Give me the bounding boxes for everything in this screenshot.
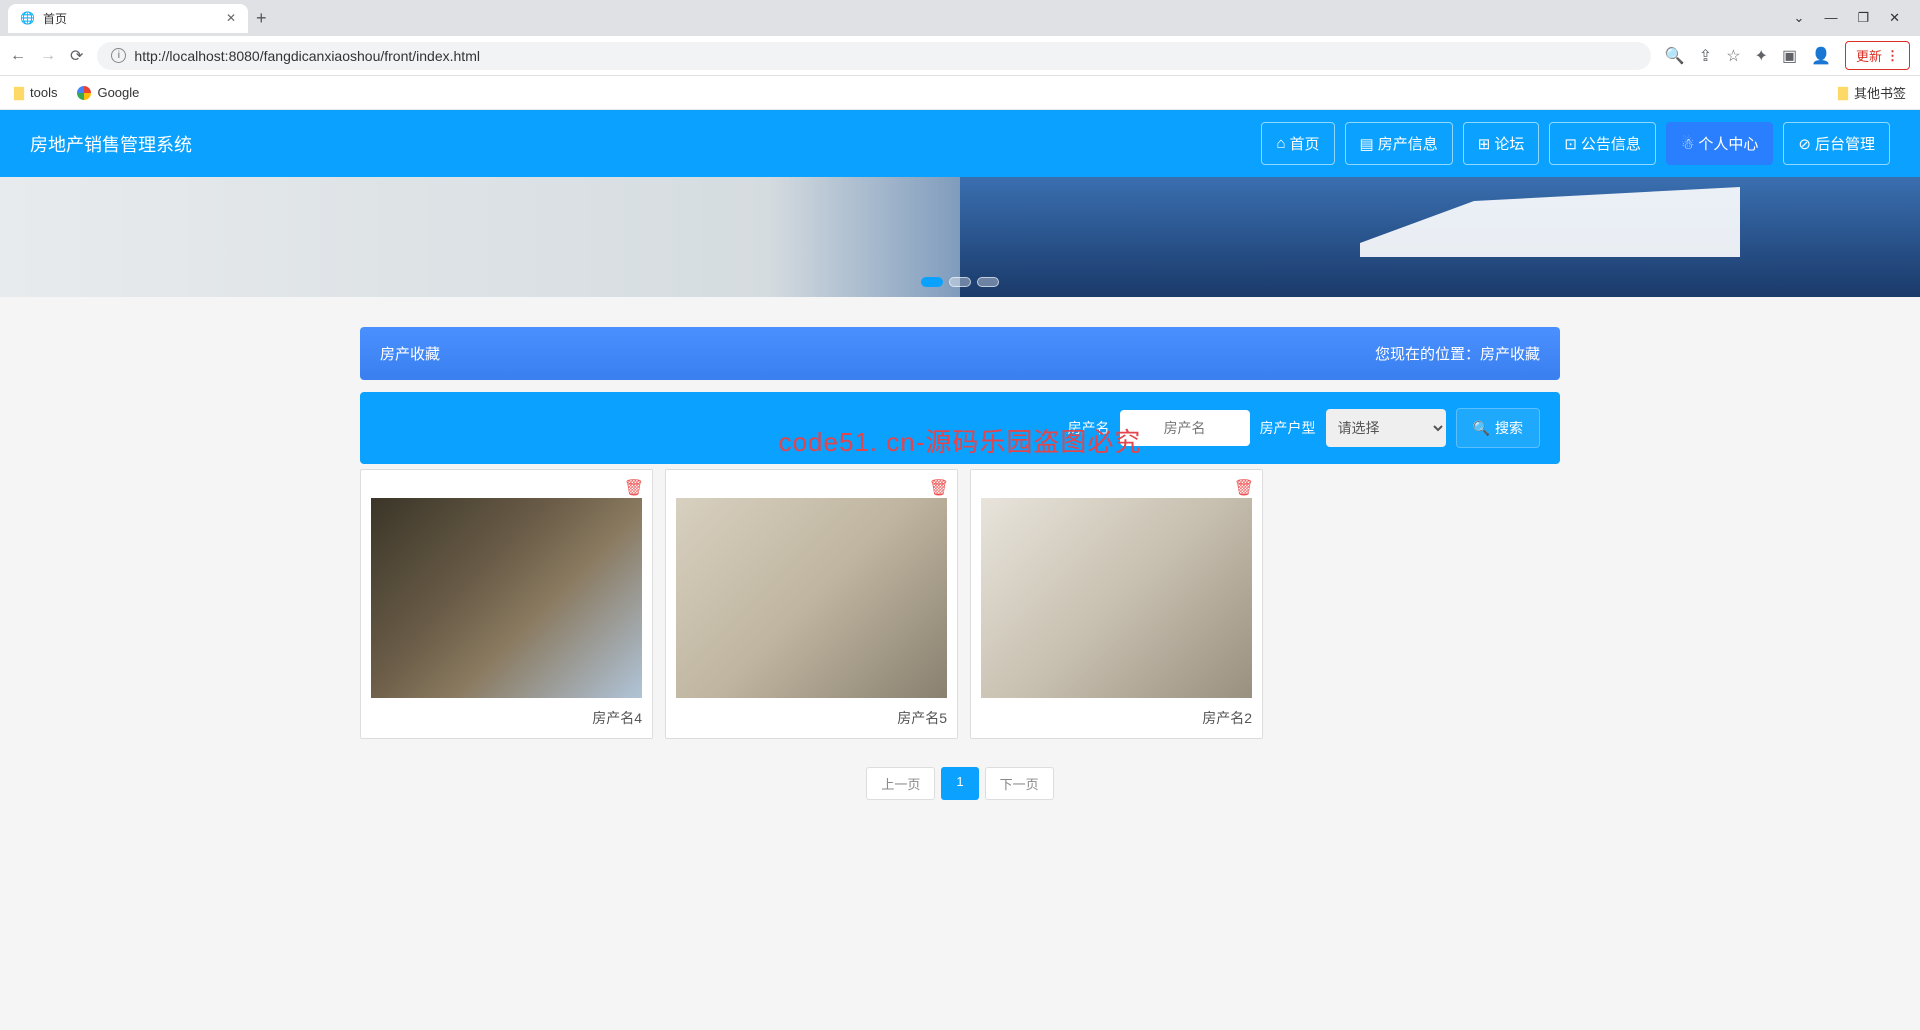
property-card[interactable]: 🗑 房产名2 <box>970 469 1263 739</box>
nav-admin[interactable]: ⊘后台管理 <box>1783 122 1890 165</box>
extensions-icon[interactable]: ✦ <box>1755 46 1768 66</box>
watermark-text: code51. cn-源码乐园盗图必究 <box>360 422 1560 459</box>
breadcrumb: 房产收藏 您现在的位置：房产收藏 <box>360 327 1560 380</box>
link-icon: ⊘ <box>1798 135 1811 153</box>
car-icon: ⊞ <box>1478 135 1491 153</box>
new-tab-button[interactable]: + <box>256 8 267 29</box>
hero-banner <box>0 177 1920 297</box>
folder-icon: ▇ <box>14 85 24 101</box>
bookmarks-bar: ▇tools Google ▇其他书签 <box>0 76 1920 110</box>
bookmark-google[interactable]: Google <box>77 85 139 100</box>
browser-tab[interactable]: 🌐 首页 ✕ <box>8 4 248 33</box>
bookmark-tools[interactable]: ▇tools <box>14 85 57 101</box>
nav-notice[interactable]: ⊡公告信息 <box>1549 122 1656 165</box>
property-card[interactable]: 🗑 房产名5 <box>665 469 958 739</box>
nav-personal-center[interactable]: ☃个人中心 <box>1666 122 1773 165</box>
page-number[interactable]: 1 <box>941 767 978 800</box>
property-name: 房产名4 <box>371 708 642 728</box>
property-image <box>981 498 1252 698</box>
globe-icon: 🌐 <box>20 11 35 25</box>
carousel-indicators <box>921 277 999 287</box>
toolbar-right: 🔍 ⇪ ☆ ✦ ▣ 👤 更新 ⋮ <box>1665 41 1910 70</box>
google-icon <box>77 86 91 100</box>
url-text: http://localhost:8080/fangdicanxiaoshou/… <box>134 48 480 64</box>
person-icon: ☃ <box>1681 135 1694 153</box>
list-icon: ▤ <box>1360 135 1374 153</box>
delete-icon[interactable]: 🗑 <box>929 478 949 498</box>
property-image <box>371 498 642 698</box>
property-card[interactable]: 🗑 房产名4 <box>360 469 653 739</box>
main-navbar: 房地产销售管理系统 ⌂首页 ▤房产信息 ⊞论坛 ⊡公告信息 ☃个人中心 ⊘后台管… <box>0 110 1920 177</box>
property-image <box>676 498 947 698</box>
address-bar: ← → ⟳ i http://localhost:8080/fangdicanx… <box>0 36 1920 76</box>
pagination: 上一页 1 下一页 <box>360 767 1560 800</box>
tab-title: 首页 <box>43 10 67 27</box>
tab-bar: 🌐 首页 ✕ + ⌄ ― ❐ ✕ <box>0 0 1920 36</box>
tab-close-icon[interactable]: ✕ <box>226 11 236 25</box>
property-name: 房产名5 <box>676 708 947 728</box>
brand-title: 房地产销售管理系统 <box>30 131 192 157</box>
nav-home[interactable]: ⌂首页 <box>1261 122 1334 165</box>
nav-forum[interactable]: ⊞论坛 <box>1463 122 1540 165</box>
carousel-dot[interactable] <box>949 277 971 287</box>
main-container: 房产收藏 您现在的位置：房产收藏 房产名 房产户型 请选择 🔍 搜索 code5… <box>360 327 1560 800</box>
property-cards: 🗑 房产名4 🗑 房产名5 🗑 房产名2 <box>360 469 1560 739</box>
star-icon[interactable]: ☆ <box>1726 46 1740 66</box>
dropdown-icon[interactable]: ⌄ <box>1794 10 1805 26</box>
prev-page-button[interactable]: 上一页 <box>866 767 935 800</box>
back-icon[interactable]: ← <box>10 47 26 65</box>
minimize-icon[interactable]: ― <box>1824 10 1837 26</box>
forward-icon[interactable]: → <box>40 47 56 65</box>
panel-icon[interactable]: ▣ <box>1782 46 1797 66</box>
grid-icon: ⊡ <box>1564 135 1577 153</box>
menu-dots-icon: ⋮ <box>1886 48 1899 64</box>
maximize-icon[interactable]: ❐ <box>1857 10 1869 26</box>
home-icon: ⌂ <box>1276 135 1285 152</box>
update-button[interactable]: 更新 ⋮ <box>1845 41 1910 70</box>
carousel-dot[interactable] <box>921 277 943 287</box>
carousel-dot[interactable] <box>977 277 999 287</box>
close-icon[interactable]: ✕ <box>1889 10 1900 26</box>
property-name: 房产名2 <box>981 708 1252 728</box>
zoom-icon[interactable]: 🔍 <box>1665 46 1685 66</box>
bookmark-other[interactable]: ▇其他书签 <box>1838 83 1906 102</box>
folder-icon: ▇ <box>1838 85 1848 101</box>
profile-icon[interactable]: 👤 <box>1811 46 1831 66</box>
delete-icon[interactable]: 🗑 <box>1234 478 1254 498</box>
url-input[interactable]: i http://localhost:8080/fangdicanxiaosho… <box>97 42 1650 70</box>
window-controls: ⌄ ― ❐ ✕ <box>1794 10 1912 26</box>
share-icon[interactable]: ⇪ <box>1699 46 1712 66</box>
delete-icon[interactable]: 🗑 <box>624 478 644 498</box>
next-page-button[interactable]: 下一页 <box>985 767 1054 800</box>
browser-chrome: 🌐 首页 ✕ + ⌄ ― ❐ ✕ ← → ⟳ i http://localhos… <box>0 0 1920 110</box>
reload-icon[interactable]: ⟳ <box>70 46 83 66</box>
nav-links: ⌂首页 ▤房产信息 ⊞论坛 ⊡公告信息 ☃个人中心 ⊘后台管理 <box>1261 122 1890 165</box>
nav-property-info[interactable]: ▤房产信息 <box>1345 122 1453 165</box>
info-icon[interactable]: i <box>111 48 126 63</box>
location-text: 您现在的位置：房产收藏 <box>1375 343 1540 364</box>
page-title: 房产收藏 <box>380 343 440 364</box>
